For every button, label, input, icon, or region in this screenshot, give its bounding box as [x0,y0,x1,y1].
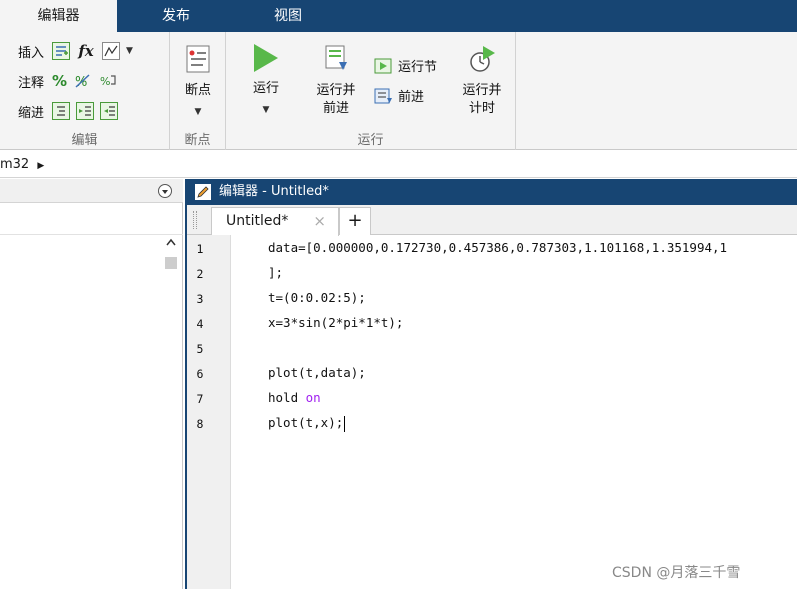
advance-button[interactable]: 前进 [374,86,424,105]
code-text: plot(t,x); [268,415,344,430]
run-section-button[interactable]: 运行节 [374,56,437,75]
breakpoints-label: 断点 [184,83,211,98]
code-line[interactable]: t=(0:0.02:5); [268,290,366,305]
current-folder-panel [0,179,183,589]
code-text: hold [268,390,306,405]
breakpoints-button[interactable]: 断点 ▼ [176,44,220,121]
panel-menu-icon[interactable] [157,183,173,199]
run-and-time-label-2: 计时 [468,101,495,116]
ribbon: 插入 fx ▼ 注释 % % % 缩进 [0,32,797,150]
insert-section-icon[interactable] [52,42,71,60]
code-line[interactable]: ]; [268,265,283,280]
run-section-label: 运行节 [398,60,438,75]
breakpoints-icon [183,44,213,74]
comment-percent-icon[interactable]: % [52,72,67,90]
tab-editor[interactable]: 编辑器 [0,0,117,32]
code-line[interactable]: plot(t,x); [268,415,346,432]
wrap-comment-icon[interactable]: % [99,72,119,90]
line-number: 8 [196,417,204,431]
breadcrumb[interactable]: m32 ▶ [0,151,797,178]
editor-pencil-icon [195,184,211,200]
line-number: 1 [196,242,204,256]
line-number: 7 [196,392,204,406]
run-button[interactable]: 运行 ▼ [244,44,288,119]
editor-title: 编辑器 - Untitled* [219,184,329,199]
editor-panel: 编辑器 - Untitled* Untitled* × + 1 2 3 4 5 … [185,179,797,589]
ribbon-row-insert: 插入 fx ▼ [18,40,133,62]
panel-header [0,179,183,203]
tab-view[interactable]: 视图 [252,0,324,32]
new-tab-button[interactable]: + [339,207,371,235]
chevron-down-icon[interactable]: ▼ [126,46,133,56]
code-line[interactable]: hold on [268,390,321,405]
advance-label: 前进 [398,90,425,105]
close-tab-icon[interactable]: × [313,208,326,234]
code-line[interactable]: plot(t,data); [268,365,366,380]
run-and-time-icon [467,44,497,74]
line-number: 4 [196,317,204,331]
insert-fi-icon[interactable] [102,42,121,60]
code-line[interactable]: x=3*sin(2*pi*1*t); [268,315,403,330]
text-cursor [344,415,346,432]
code-keyword: on [305,390,321,405]
ribbon-row-comment: 注释 % % % [18,70,119,92]
chevron-down-icon[interactable]: ▼ [244,101,288,119]
run-and-advance-icon [321,44,351,74]
editor-title-bar: 编辑器 - Untitled* [187,179,797,205]
group-edit: 插入 fx ▼ 注释 % % % 缩进 [0,32,170,150]
editor-tab-strip: Untitled* × + [187,205,797,236]
comment-button[interactable]: 注释 [18,72,44,91]
tab-publish[interactable]: 发布 [140,0,212,32]
run-and-time-label-1: 运行并 [462,83,502,98]
group-label-edit: 编辑 [71,133,98,148]
svg-text:%: % [100,75,110,88]
run-label: 运行 [252,81,279,96]
vertical-scrollbar[interactable] [164,237,178,277]
watermark: CSDN @月落三千雪 [612,565,741,581]
run-section-icon [374,57,394,75]
decrease-indent-icon[interactable] [100,102,119,120]
insert-function-icon[interactable]: fx [76,42,96,60]
ribbon-tab-bar: 编辑器 发布 视图 [0,0,797,32]
smart-indent-icon[interactable] [52,102,71,120]
run-play-icon [254,44,278,72]
chevron-down-icon[interactable]: ▼ [176,103,220,121]
indent-button[interactable]: 缩进 [18,102,44,121]
breadcrumb-folder[interactable]: m32 [0,157,29,172]
ribbon-row-indent: 缩进 [18,100,119,122]
tab-untitled[interactable]: Untitled* × [211,207,339,236]
group-label-run: 运行 [357,133,384,148]
tab-strip-grip [193,211,197,229]
chevron-right-icon[interactable]: ▶ [37,161,44,171]
advance-icon [374,87,394,105]
line-number: 6 [196,367,204,381]
group-run: 运行 ▼ 运行并 前进 运行节 前进 运行并 计时 运行 [226,32,516,150]
code-line[interactable]: data=[0.000000,0.172730,0.457386,0.78730… [268,240,727,255]
run-and-advance-label-1: 运行并 [316,83,356,98]
insert-button[interactable]: 插入 [18,42,44,61]
run-and-time-button[interactable]: 运行并 计时 [454,44,510,118]
group-breakpoints: 断点 ▼ 断点 [170,32,226,150]
uncomment-icon[interactable]: % [73,72,93,90]
run-and-advance-label-2: 前进 [322,101,349,116]
line-number: 3 [196,292,204,306]
group-label-breakpoints: 断点 [184,133,211,148]
increase-indent-icon[interactable] [76,102,95,120]
code-area[interactable]: data=[0.000000,0.172730,0.457386,0.78730… [232,235,797,589]
line-number-gutter: 1 2 3 4 5 6 7 8 [187,235,231,589]
line-number: 5 [196,342,204,356]
line-number: 2 [196,267,204,281]
panel-column-header [0,203,183,235]
tab-untitled-label: Untitled* [226,213,289,229]
run-and-advance-button[interactable]: 运行并 前进 [308,44,364,118]
